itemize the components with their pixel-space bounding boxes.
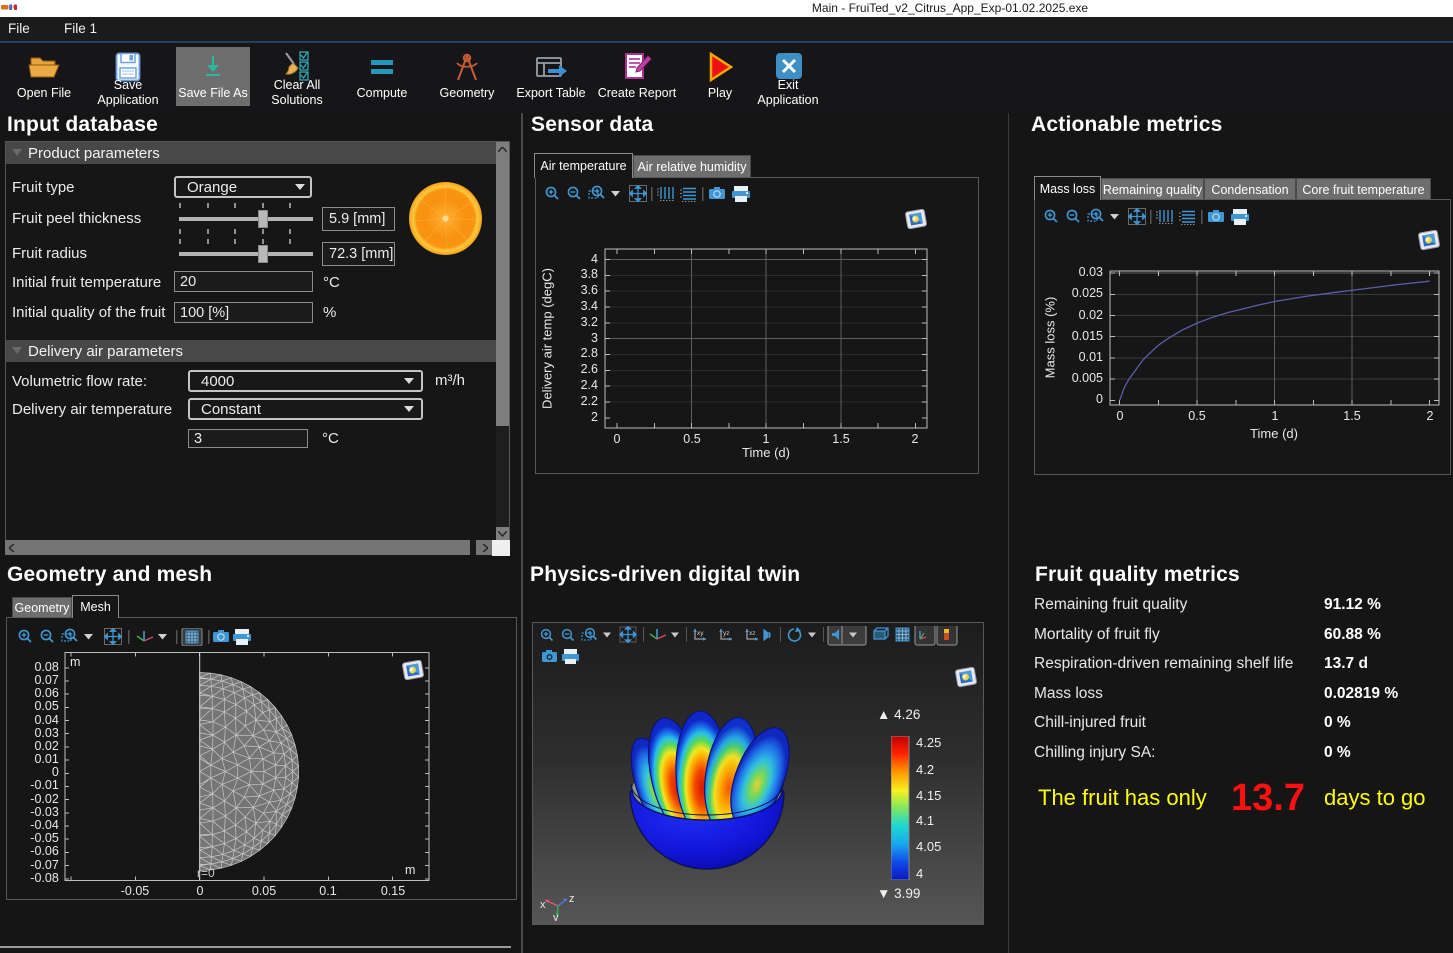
svg-text:yz: yz [723,630,730,637]
svg-text:z: z [569,893,575,905]
svg-text:x: x [540,899,546,911]
svg-text:xy: xy [697,630,704,637]
svg-text:y: y [553,912,559,921]
svg-text:xz: xz [749,630,756,637]
